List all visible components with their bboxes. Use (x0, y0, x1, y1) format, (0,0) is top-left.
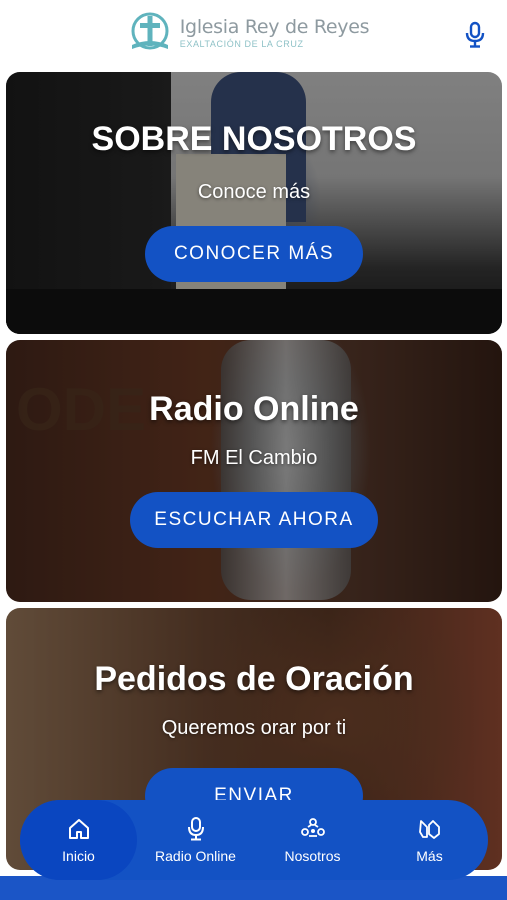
nav-item-inicio[interactable]: Inicio (20, 800, 137, 880)
learn-more-button[interactable]: CONOCER MÁS (145, 226, 363, 282)
nav-item-nosotros[interactable]: Nosotros (254, 800, 371, 880)
app-screen: Iglesia Rey de Reyes EXALTACIÓN DE LA CR… (0, 0, 507, 900)
church-logo[interactable]: Iglesia Rey de Reyes EXALTACIÓN DE LA CR… (128, 11, 370, 55)
listen-now-button[interactable]: ESCUCHAR AHORA (130, 492, 378, 548)
nav-label: Más (416, 848, 443, 864)
about-us-card[interactable]: SOBRE NOSOTROS Conoce más CONOCER MÁS (6, 72, 502, 334)
bottom-navigation: Inicio Radio Online Nosotros Más (20, 800, 488, 880)
voice-search-button[interactable] (463, 20, 487, 50)
card-subtitle: FM El Cambio (190, 447, 318, 469)
nav-item-radio-online[interactable]: Radio Online (137, 800, 254, 880)
church-cross-logo-icon (131, 12, 169, 50)
logo-text: Iglesia Rey de Reyes EXALTACIÓN DE LA CR… (179, 15, 370, 49)
card-content: Radio Online FM El Cambio ESCUCHAR AHORA (6, 340, 502, 602)
logo-title: Iglesia Rey de Reyes (179, 15, 370, 38)
card-title: SOBRE NOSOTROS (91, 120, 417, 158)
card-content: SOBRE NOSOTROS Conoce más CONOCER MÁS (6, 72, 502, 334)
card-title: Pedidos de Oración (94, 660, 414, 698)
nav-item-mas[interactable]: Más (371, 800, 488, 880)
card-subtitle: Queremos orar por ti (161, 717, 347, 739)
microphone-icon (465, 21, 485, 48)
nav-label: Nosotros (284, 848, 341, 864)
nav-label: Inicio (62, 848, 95, 864)
microphone-icon (183, 816, 209, 842)
logo-subtitle: EXALTACIÓN DE LA CRUZ (179, 38, 304, 49)
praying-hands-icon (417, 816, 443, 842)
home-icon (66, 816, 92, 842)
radio-online-card[interactable]: ODE Radio Online FM El Cambio ESCUCHAR A… (6, 340, 502, 602)
card-title: Radio Online (149, 390, 359, 428)
nav-label: Radio Online (155, 848, 236, 864)
community-icon (300, 816, 326, 842)
card-subtitle: Conoce más (197, 181, 311, 203)
header: Iglesia Rey de Reyes EXALTACIÓN DE LA CR… (0, 0, 507, 66)
